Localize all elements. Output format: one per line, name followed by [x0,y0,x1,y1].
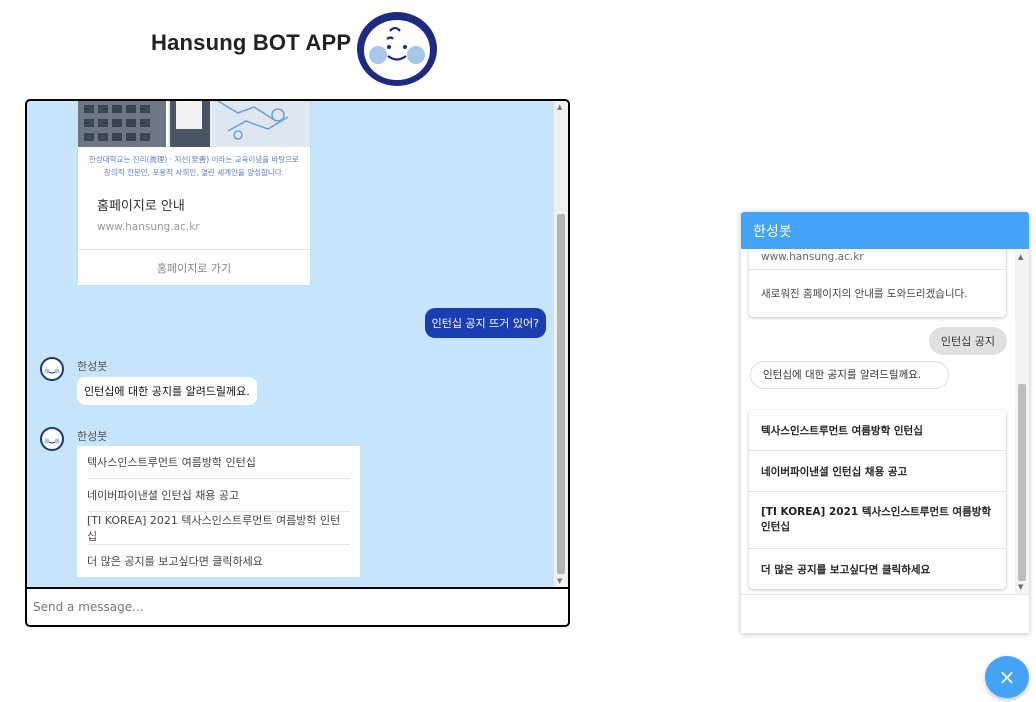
widget-homepage-url[interactable]: www.hansung.ac.kr [749,249,1006,270]
bot-face-icon [44,368,60,374]
notice-item[interactable]: 텍사스인스트루먼트 여름방학 인턴십 [87,446,350,479]
widget-notice-item[interactable]: [TI KOREA] 2021 텍사스인스트루먼트 여름방학 인턴십 [749,492,1006,549]
widget-more-notices-link[interactable]: 더 많은 공지를 보고싶다면 클릭하세요 [749,549,1006,589]
bot-avatar [40,357,64,381]
scroll-down-icon[interactable]: ▼ [557,577,562,585]
widget-notice-item[interactable]: 네이버파이낸셜 인턴십 채용 공고 [749,451,1006,492]
widget-scrollbar[interactable]: ▲ ▼ [1015,249,1029,594]
scrollbar-thumb[interactable] [1018,384,1026,581]
go-homepage-button[interactable]: 홈페이지로 가기 [78,249,310,286]
bot-name: 한성봇 [77,430,108,443]
scrollbar-thumb[interactable] [557,214,565,574]
user-message: 인턴십 공지 뜨거 있어? [424,308,546,338]
chat-widget: 한성봇 www.hansung.ac.kr 새로워진 홈페이지의 안내를 도와드… [741,212,1029,633]
notice-item[interactable]: 네이버파이낸셜 인턴십 채용 공고 [87,479,350,512]
widget-title: 한성봇 [753,223,792,240]
message-input-area [27,587,568,625]
close-icon: × [998,665,1016,689]
widget-header: 한성봇 [741,212,1029,249]
scroll-down-icon[interactable]: ▼ [1018,583,1023,591]
homepage-card: 한성대학교는 진리(眞理) · 지선(至善) 이라는 교육이념을 바탕으로 창의… [78,101,310,285]
widget-bot-reply: 인턴십에 대한 공지를 알려드릴께요. [750,361,949,389]
bot-face-icon [44,438,60,444]
homepage-caption: 한성대학교는 진리(眞理) · 지선(至善) 이라는 교육이념을 바탕으로 창의… [88,155,300,177]
main-message-list: 한성대학교는 진리(眞理) · 지선(至善) 이라는 교육이념을 바탕으로 창의… [27,101,554,587]
scroll-up-icon[interactable]: ▲ [1018,253,1023,261]
scroll-up-icon[interactable]: ▲ [557,103,562,111]
homepage-url[interactable]: www.hansung.ac.kr [97,221,200,233]
app-title: Hansung BOT APP [151,30,352,55]
bot-avatar [40,427,64,451]
widget-homepage-text: 새로워진 홈페이지의 안내를 도와드리겠습니다. [761,288,968,300]
widget-user-message: 인턴십 공지 [928,327,1007,355]
notice-list: 텍사스인스트루먼트 여름방학 인턴십 네이버파이낸셜 인턴십 채용 공고 [TI… [77,446,360,577]
bot-reply: 인턴십에 대한 공지를 알려드릴께요. [77,377,257,405]
widget-input-area[interactable] [741,594,1029,633]
campus-image [78,101,310,147]
close-widget-button[interactable]: × [985,656,1029,698]
bot-face-logo-icon [357,12,437,86]
bot-name: 한성봇 [77,360,108,373]
main-scrollbar[interactable]: ▲ ▼ [554,101,568,587]
main-chat-window: 한성대학교는 진리(眞理) · 지선(至善) 이라는 교육이념을 바탕으로 창의… [25,99,570,627]
more-notices-link[interactable]: 더 많은 공지를 보고싶다면 클릭하세요 [87,545,350,577]
notice-item[interactable]: [TI KOREA] 2021 텍사스인스트루먼트 여름방학 인턴십 [87,512,350,545]
widget-message-list: www.hansung.ac.kr 새로워진 홈페이지의 안내를 도와드리겠습니… [741,249,1015,594]
widget-notice-list: 텍사스인스트루먼트 여름방학 인턴십 네이버파이낸셜 인턴십 채용 공고 [TI… [749,410,1006,589]
widget-homepage-card: www.hansung.ac.kr 새로워진 홈페이지의 안내를 도와드리겠습니… [749,249,1006,317]
homepage-card-title: 홈페이지로 안내 [97,199,185,214]
widget-notice-item[interactable]: 텍사스인스트루먼트 여름방학 인턴십 [749,410,1006,451]
message-input[interactable] [27,589,568,625]
